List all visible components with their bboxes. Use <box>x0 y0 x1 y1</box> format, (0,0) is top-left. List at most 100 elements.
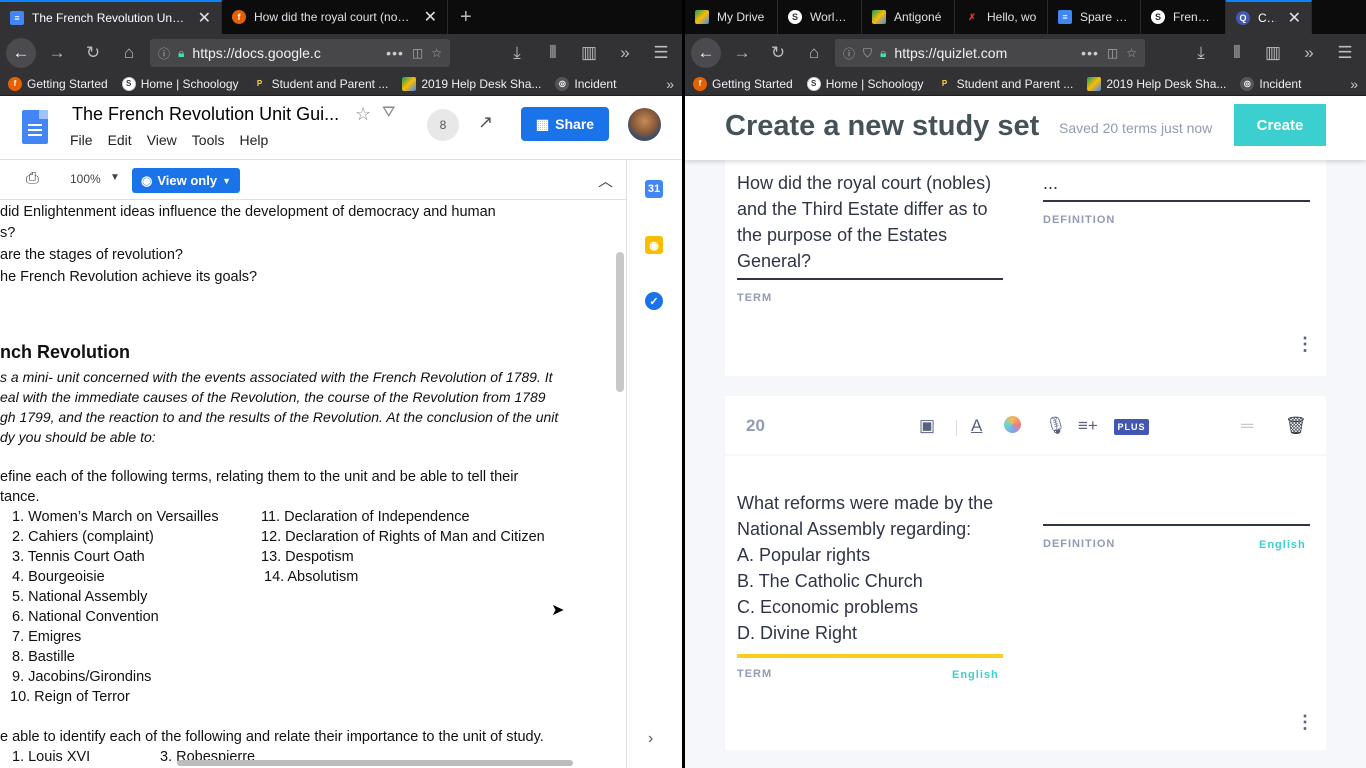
zoom-select[interactable]: 100% <box>70 172 101 186</box>
horizontal-scrollbar[interactable] <box>177 760 573 766</box>
print-icon[interactable]: ⎙ <box>26 170 39 188</box>
more-options-icon[interactable]: ⋮ <box>1296 334 1314 355</box>
document-title[interactable]: The French Revolution Unit Gui... <box>72 104 339 125</box>
vertical-scrollbar[interactable] <box>616 252 624 392</box>
chevron-down-icon[interactable]: ▼ <box>110 172 120 183</box>
trash-icon[interactable]: 🗑︎ <box>1285 416 1307 436</box>
new-tab-button[interactable]: + <box>448 0 484 34</box>
bookmark-getting-started[interactable]: f Getting Started <box>693 76 793 91</box>
info-icon[interactable]: ⓘ <box>158 45 170 62</box>
collapse-chevron-icon[interactable]: ︿ <box>598 170 613 191</box>
page-actions-icon[interactable]: ••• <box>386 45 404 61</box>
sidebar-icon[interactable]: ▥ <box>574 38 604 68</box>
menu-view[interactable]: View <box>147 132 177 148</box>
info-icon[interactable]: ⓘ <box>843 45 855 62</box>
keep-icon[interactable]: ◉ <box>645 236 663 254</box>
url-bar[interactable]: ⓘ ⛉ 🔒︎ https://quizlet.com ••• ◫ ☆ <box>835 39 1145 67</box>
tasks-icon[interactable]: ✓ <box>645 292 663 310</box>
image-icon[interactable]: ▣ <box>919 416 935 436</box>
tab-quizlet-create[interactable]: Q Creat ✕ <box>1226 0 1312 34</box>
activity-trend-icon[interactable]: ↗ <box>478 112 493 133</box>
library-icon[interactable]: ⫴ <box>1222 38 1252 68</box>
download-icon[interactable]: ⤓ <box>1186 38 1216 68</box>
tab-world-history[interactable]: S World His <box>778 0 862 34</box>
term-line: D. Divine Right <box>737 623 858 643</box>
url-bar[interactable]: ⓘ 🔒︎ https://docs.google.c ••• ◫ ☆ <box>150 39 450 67</box>
create-button[interactable]: Create <box>1234 104 1326 146</box>
bookmark-star-icon[interactable]: ☆ <box>1126 46 1137 60</box>
forward-button[interactable]: → <box>42 38 72 68</box>
expand-side-panel-icon[interactable]: › <box>648 730 653 748</box>
library-icon[interactable]: ⫴ <box>538 38 568 68</box>
home-button[interactable]: ⌂ <box>114 38 144 68</box>
bookmark-star-icon[interactable]: ☆ <box>431 46 442 60</box>
tab-hello-world[interactable]: ✗ Hello, wo <box>955 0 1048 34</box>
reload-button[interactable]: ↻ <box>78 38 108 68</box>
bookmark-incident[interactable]: ◎ Incident <box>1240 76 1301 91</box>
add-list-icon[interactable]: ≡+ <box>1078 416 1098 436</box>
move-to-drive-icon[interactable]: ⛛ <box>382 104 395 122</box>
term-label: TERM <box>737 292 773 304</box>
star-icon[interactable]: ☆ <box>355 104 371 125</box>
bookmark-schoology[interactable]: S Home | Schoology <box>121 76 239 91</box>
avatar[interactable] <box>628 108 661 141</box>
tab-french-re[interactable]: S French Re <box>1141 0 1226 34</box>
page-actions-icon[interactable]: ••• <box>1081 45 1099 61</box>
comments-count-button[interactable]: 8 <box>427 109 459 141</box>
tracking-shield-icon[interactable]: ⛉ <box>863 46 872 61</box>
bookmarks-overflow-icon[interactable]: » <box>1350 76 1358 92</box>
overflow-icon[interactable]: » <box>1294 38 1324 68</box>
bookmark-student-parent[interactable]: P Student and Parent ... <box>252 76 388 91</box>
bookmark-getting-started[interactable]: f Getting Started <box>8 76 108 91</box>
menu-file[interactable]: File <box>70 132 93 148</box>
bookmark-student-parent[interactable]: P Student and Parent ... <box>937 76 1073 91</box>
close-icon[interactable]: ✕ <box>198 8 211 28</box>
tab-antigone[interactable]: Antigoné <box>862 0 955 34</box>
tab-french-revolution-guide[interactable]: ≡ The French Revolution Unit Guide ✕ <box>0 0 222 34</box>
back-button[interactable]: ← <box>6 38 36 68</box>
more-options-icon[interactable]: ⋮ <box>1296 712 1314 733</box>
tab-my-drive[interactable]: My Drive <box>685 0 778 34</box>
bookmark-schoology[interactable]: S Home | Schoology <box>806 76 924 91</box>
home-button[interactable]: ⌂ <box>799 38 829 68</box>
calendar-icon[interactable]: 31 <box>645 180 663 198</box>
share-button[interactable]: ▦ Share <box>521 107 609 141</box>
definition-text[interactable]: ... <box>1043 170 1058 196</box>
bookmarks-overflow-icon[interactable]: » <box>666 76 674 92</box>
overflow-icon[interactable]: » <box>610 38 640 68</box>
term-text[interactable]: What reforms were made by the National A… <box>737 490 1017 646</box>
term-text[interactable]: How did the royal court (nobles) and the… <box>737 170 1007 274</box>
menu-icon[interactable]: ☰ <box>1330 38 1360 68</box>
tab-spare-kin[interactable]: ≡ Spare Kin <box>1048 0 1141 34</box>
menu-help[interactable]: Help <box>239 132 268 148</box>
bookmark-incident[interactable]: ◎ Incident <box>555 76 616 91</box>
menu-icon[interactable]: ☰ <box>646 38 676 68</box>
pocket-icon[interactable]: ◫ <box>412 46 423 60</box>
close-icon[interactable]: ✕ <box>424 7 437 27</box>
color-palette-icon[interactable] <box>1004 416 1021 433</box>
google-docs-logo-icon[interactable] <box>22 110 48 144</box>
bookmark-help-desk[interactable]: 2019 Help Desk Sha... <box>402 76 542 91</box>
pocket-icon[interactable]: ◫ <box>1107 46 1118 60</box>
term-language-link[interactable]: English <box>952 669 999 681</box>
section-heading: nch Revolution <box>0 342 130 362</box>
plus-badge[interactable]: PLUS <box>1114 419 1149 435</box>
bookmark-label: 2019 Help Desk Sha... <box>1106 76 1227 91</box>
menu-edit[interactable]: Edit <box>108 132 132 148</box>
menu-tools[interactable]: Tools <box>192 132 225 148</box>
tab-royal-court[interactable]: f How did the royal court (nobles ✕ <box>222 0 448 34</box>
close-icon[interactable]: ✕ <box>1288 8 1301 28</box>
download-icon[interactable]: ⤓ <box>502 38 532 68</box>
drag-handle-icon[interactable]: ═ <box>1241 416 1253 436</box>
docs-side-panel: 31 ◉ ✓ <box>626 160 682 768</box>
text-format-icon[interactable]: A <box>971 416 982 436</box>
bookmark-label: 2019 Help Desk Sha... <box>421 76 542 91</box>
definition-language-link[interactable]: English <box>1259 539 1306 551</box>
reload-button[interactable]: ↻ <box>763 38 793 68</box>
microphone-icon[interactable]: 🎙︎ <box>1045 416 1067 436</box>
bookmark-help-desk[interactable]: 2019 Help Desk Sha... <box>1087 76 1227 91</box>
sidebar-icon[interactable]: ▥ <box>1258 38 1288 68</box>
back-button[interactable]: ← <box>691 38 721 68</box>
forward-button[interactable]: → <box>727 38 757 68</box>
view-only-button[interactable]: ◉ View only ▼ <box>132 168 240 193</box>
